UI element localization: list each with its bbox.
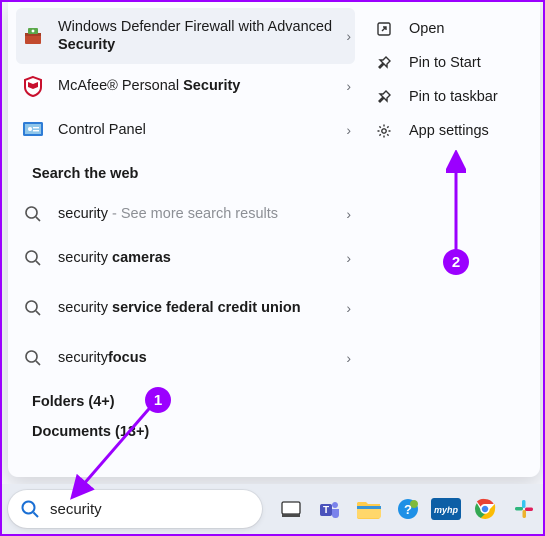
heading-documents[interactable]: Documents (13+): [8, 420, 363, 450]
gear-icon: [375, 122, 393, 140]
mcafee-icon: [22, 75, 44, 97]
chevron-right-icon: ›: [346, 28, 351, 44]
annotation-badge-1: 1: [145, 387, 171, 413]
search-icon: [22, 297, 44, 319]
result-label: McAfee® Personal Security: [58, 77, 346, 95]
annotation-badge-2: 2: [443, 249, 469, 275]
result-control-panel[interactable]: Control Panel ›: [8, 108, 363, 152]
taskbar-slack[interactable]: [506, 489, 541, 529]
context-pin-taskbar[interactable]: Pin to taskbar: [375, 80, 530, 114]
search-icon: [20, 499, 40, 519]
chevron-right-icon: ›: [346, 350, 351, 366]
context-label: Pin to Start: [409, 55, 481, 71]
heading-search-web: Search the web: [8, 152, 363, 192]
chevron-right-icon: ›: [346, 300, 351, 316]
context-label: App settings: [409, 123, 489, 139]
taskbar-search-box[interactable]: [8, 490, 262, 528]
start-search-panel: Windows Defender Firewall with Advanced …: [8, 2, 540, 477]
taskbar: T ? myhp: [2, 484, 543, 534]
search-icon: [22, 203, 44, 225]
web-result-credit-union[interactable]: security service federal credit union ›: [8, 280, 363, 336]
search-input[interactable]: [48, 500, 251, 519]
result-label: Control Panel: [58, 121, 346, 139]
result-defender-firewall[interactable]: Windows Defender Firewall with Advanced …: [16, 8, 355, 64]
taskbar-chrome[interactable]: [468, 489, 503, 529]
taskbar-myhp[interactable]: myhp: [429, 489, 464, 529]
web-result-focus[interactable]: securityfocus ›: [8, 336, 363, 380]
chevron-right-icon: ›: [346, 122, 351, 138]
screenshot-frame: Windows Defender Firewall with Advanced …: [0, 0, 545, 536]
search-icon: [22, 347, 44, 369]
svg-text:?: ?: [404, 502, 412, 517]
result-label: securityfocus: [58, 349, 346, 367]
firewall-icon: [22, 25, 44, 47]
result-label: security service federal credit union: [58, 299, 346, 317]
svg-text:myhp: myhp: [434, 505, 459, 515]
results-column: Windows Defender Firewall with Advanced …: [8, 2, 363, 477]
result-label: Windows Defender Firewall with Advanced …: [58, 18, 346, 54]
heading-folders[interactable]: Folders (4+): [8, 380, 363, 420]
chevron-right-icon: ›: [346, 250, 351, 266]
context-label: Pin to taskbar: [409, 89, 498, 105]
control-panel-icon: [22, 119, 44, 141]
open-icon: [375, 20, 393, 38]
context-app-settings[interactable]: App settings: [375, 114, 530, 148]
web-result-security[interactable]: security - See more search results ›: [8, 192, 363, 236]
taskbar-explorer[interactable]: [351, 489, 386, 529]
web-result-cameras[interactable]: security cameras ›: [8, 236, 363, 280]
result-label: security - See more search results: [58, 205, 346, 223]
context-column: Open Pin to Start Pin to taskbar App set…: [363, 2, 540, 477]
taskbar-help[interactable]: ?: [390, 489, 425, 529]
search-icon: [22, 247, 44, 269]
chevron-right-icon: ›: [346, 206, 351, 222]
context-pin-start[interactable]: Pin to Start: [375, 46, 530, 80]
context-label: Open: [409, 21, 444, 37]
chevron-right-icon: ›: [346, 78, 351, 94]
context-open[interactable]: Open: [375, 12, 530, 46]
result-mcafee[interactable]: McAfee® Personal Security ›: [8, 64, 363, 108]
taskbar-teams[interactable]: T: [313, 489, 348, 529]
result-label: security cameras: [58, 249, 346, 267]
taskbar-taskview[interactable]: [274, 489, 309, 529]
svg-text:T: T: [323, 505, 329, 516]
pin-icon: [375, 54, 393, 72]
pin-icon: [375, 88, 393, 106]
